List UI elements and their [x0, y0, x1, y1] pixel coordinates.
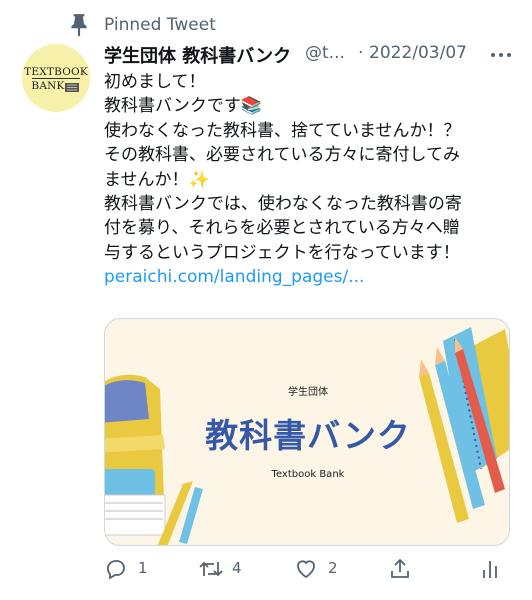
card-subtitle-en: Textbook Bank: [271, 469, 345, 480]
tweet-line: 教科書バンクでは、使わなくなった教科書の寄: [104, 193, 462, 214]
like-button[interactable]: 2: [294, 556, 354, 582]
heart-icon: [297, 560, 315, 579]
link-card-image[interactable]: 学生団体 教科書バンク Textbook Bank: [104, 318, 510, 546]
reply-icon: [107, 560, 125, 580]
pin-icon: [71, 14, 87, 37]
tweet-line: 初めまして！: [104, 72, 206, 92]
avatar-underline: [32, 78, 80, 79]
analytics-button[interactable]: [478, 556, 508, 582]
share-icon: [391, 558, 409, 578]
tweet-line: その教科書、必要されている方々に寄付してみ: [104, 145, 460, 166]
reply-count: 1: [138, 559, 148, 577]
tweet-date[interactable]: 2022/03/07: [369, 43, 467, 63]
card-subtitle: 学生団体: [288, 387, 328, 398]
tweet-text: 初めまして！ 教科書バンクです📚 使わなくなった教科書、捨てていませんか！？ そ…: [104, 70, 516, 290]
more-options-button[interactable]: [486, 41, 516, 67]
avatar-book-icon: [65, 83, 79, 92]
retweet-icon: [199, 561, 223, 577]
share-button[interactable]: [388, 556, 418, 582]
avatar-text-line1: TEXTBOOK: [24, 66, 88, 78]
pinned-tweet-row: Pinned Tweet: [0, 12, 532, 38]
avatar[interactable]: TEXTBOOK BANK: [22, 44, 90, 112]
like-count: 2: [328, 559, 338, 577]
tweet-line: 教科書バンクです📚: [104, 96, 263, 117]
separator-dot: ·: [358, 43, 364, 63]
tweet-line: 使わなくなった教科書、捨てていませんか！？: [104, 120, 461, 141]
tweet-link[interactable]: peraichi.com/landing_pages/...: [104, 265, 516, 289]
analytics-icon: [483, 561, 497, 578]
retweet-button[interactable]: 4: [198, 556, 258, 582]
display-name[interactable]: 学生団体 教科書バンク: [104, 42, 291, 68]
tweet-line: 与するというプロジェクトを行なっています！: [104, 242, 460, 263]
more-dot-icon: [491, 53, 495, 57]
retweet-count: 4: [232, 559, 242, 577]
user-handle[interactable]: @t...: [305, 43, 345, 63]
pinned-label: Pinned Tweet: [104, 15, 216, 35]
tweet-line: 付を募り、それらを必要とされている方々へ贈: [104, 218, 460, 239]
reply-button[interactable]: 1: [104, 556, 164, 582]
more-dot-icon: [507, 53, 511, 57]
card-title: 教科書バンク: [205, 416, 411, 455]
more-dot-icon: [499, 53, 503, 57]
tweet-actions: 1 4 2: [104, 556, 514, 582]
tweet-header: 学生団体 教科書バンク @t... · 2022/03/07: [104, 41, 524, 67]
tweet-line: ませんか！✨: [104, 169, 210, 190]
